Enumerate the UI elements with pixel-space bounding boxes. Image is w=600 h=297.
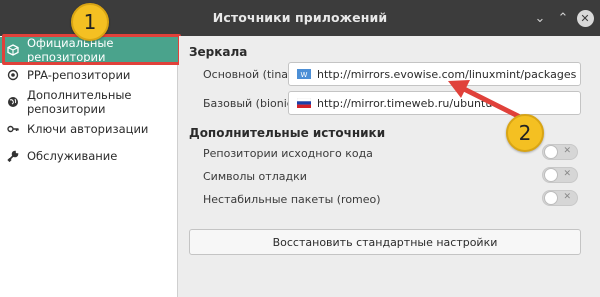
sidebar-item-auth-keys[interactable]: Ключи авторизации xyxy=(0,116,178,142)
base-mirror-label: Базовый (bionic) xyxy=(203,97,298,110)
unstable-packages-toggle[interactable]: ✕ xyxy=(542,190,578,206)
callout-1: 1 xyxy=(71,3,109,41)
svg-text:W: W xyxy=(301,71,308,79)
debug-symbols-toggle[interactable]: ✕ xyxy=(542,167,578,183)
primary-mirror-label: Основной (tina) xyxy=(203,68,293,81)
option-unstable-label: Нестабильные пакеты (romeo) xyxy=(203,193,381,206)
sidebar-item-maintenance[interactable]: Обслуживание xyxy=(0,143,178,169)
option-source-code-label: Репозитории исходного кода xyxy=(203,147,373,160)
close-button[interactable]: ✕ xyxy=(575,8,595,28)
toggle-knob xyxy=(544,168,558,182)
app-window: Источники приложений ⌄ ⌃ ✕ Официальные р… xyxy=(0,0,600,297)
primary-mirror-button[interactable]: W http://mirrors.evowise.com/linuxmint/p… xyxy=(288,62,581,86)
ppa-icon xyxy=(7,69,19,81)
extra-sources-section-title: Дополнительные источники xyxy=(189,126,386,140)
sidebar-item-ppa[interactable]: PPA-репозитории xyxy=(0,62,178,88)
sidebar-item-label: PPA-репозитории xyxy=(27,68,131,82)
toggle-off-icon: ✕ xyxy=(563,146,571,156)
flag-russia-icon xyxy=(296,97,312,108)
maximize-icon: ⌃ xyxy=(557,10,569,26)
toggle-off-icon: ✕ xyxy=(563,192,571,202)
sidebar: Официальные репозитории PPA-репозитории … xyxy=(0,36,178,297)
wrench-icon xyxy=(7,150,19,162)
toggle-knob xyxy=(544,145,558,159)
globe-icon xyxy=(7,96,19,108)
maximize-button[interactable]: ⌃ xyxy=(553,8,573,28)
mirrors-section-title: Зеркала xyxy=(189,45,248,59)
callout-2: 2 xyxy=(506,114,544,152)
main-panel: Зеркала Основной (tina) W http://mirrors… xyxy=(179,36,600,297)
sidebar-item-label: Ключи авторизации xyxy=(27,122,149,136)
source-code-toggle[interactable]: ✕ xyxy=(542,144,578,160)
sidebar-item-label: Дополнительные репозитории xyxy=(27,88,132,116)
toggle-knob xyxy=(544,191,558,205)
sidebar-item-label: Обслуживание xyxy=(27,149,118,163)
base-mirror-button[interactable]: http://mirror.timeweb.ru/ubuntu xyxy=(288,91,581,115)
flag-generic-icon: W xyxy=(297,69,311,79)
toggle-off-icon: ✕ xyxy=(563,169,571,179)
option-debug-symbols-label: Символы отладки xyxy=(203,170,307,183)
restore-defaults-button[interactable]: Восстановить стандартные настройки xyxy=(189,229,581,255)
sidebar-item-additional-repos[interactable]: Дополнительные репозитории xyxy=(0,88,178,116)
close-icon: ✕ xyxy=(576,9,594,27)
minimize-button[interactable]: ⌄ xyxy=(530,8,550,28)
key-icon xyxy=(7,123,19,135)
minimize-icon: ⌄ xyxy=(534,10,546,26)
